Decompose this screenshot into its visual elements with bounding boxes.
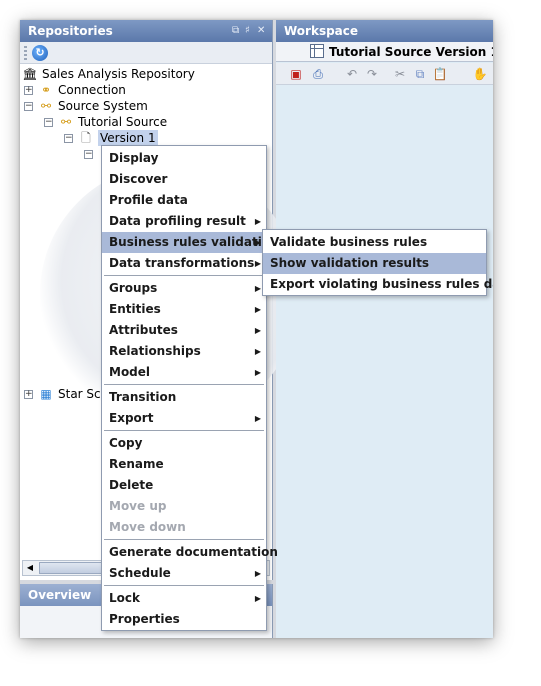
menu-item-move-up: Move up bbox=[109, 499, 167, 513]
menu-item-schedule[interactable]: Schedule ▶ bbox=[102, 563, 266, 584]
menu-item-rename[interactable]: Rename bbox=[102, 454, 266, 475]
expand-icon[interactable]: + bbox=[24, 390, 33, 399]
menu-item-lock[interactable]: Lock ▶ bbox=[102, 588, 266, 609]
pin-icon[interactable]: ♯ bbox=[245, 20, 250, 42]
submenu-arrow-icon: ▶ bbox=[254, 368, 261, 377]
connection-icon: ⚭ bbox=[40, 83, 52, 97]
submenu-arrow-icon: ▶ bbox=[254, 238, 261, 247]
menu-item-profile-data[interactable]: Profile data bbox=[102, 190, 266, 211]
submenu-item-show-validation-results[interactable]: Show validation results bbox=[263, 253, 486, 274]
pan-hand-icon[interactable]: ✋ bbox=[472, 66, 488, 82]
submenu-arrow-icon: ▶ bbox=[254, 594, 261, 603]
repository-icon: 🏛 bbox=[22, 67, 38, 81]
copy-icon[interactable]: ⧉ bbox=[412, 66, 428, 82]
collapse-icon[interactable]: − bbox=[24, 102, 33, 111]
collapse-icon[interactable]: − bbox=[44, 118, 53, 127]
scrollbar-thumb[interactable] bbox=[39, 562, 109, 574]
submenu-item-validate-business-rules[interactable]: Validate business rules bbox=[263, 232, 486, 253]
menu-separator bbox=[104, 539, 264, 540]
submenu-arrow-icon: ▶ bbox=[254, 347, 261, 356]
submenu-arrow-icon: ▶ bbox=[254, 259, 261, 268]
menu-item-delete[interactable]: Delete bbox=[102, 475, 266, 496]
pdf-icon[interactable]: ▣ bbox=[288, 66, 304, 82]
collapse-icon[interactable]: − bbox=[64, 134, 73, 143]
refresh-icon[interactable]: ↻ bbox=[32, 45, 48, 61]
tree-item-source-system[interactable]: − ⚯ Source System bbox=[24, 98, 224, 114]
context-menu: Display Discover Profile data Data profi… bbox=[101, 145, 279, 631]
menu-item-export[interactable]: Export ▶ bbox=[102, 408, 266, 429]
toolbar-grip bbox=[24, 46, 27, 60]
diagram-icon bbox=[310, 44, 324, 58]
diagram-tab-title: Tutorial Source Version 1 Dia bbox=[329, 45, 493, 59]
diagram-tab[interactable]: Tutorial Source Version 1 Dia bbox=[276, 42, 493, 62]
menu-item-move-down: Move down bbox=[109, 520, 186, 534]
workspace-panel: Workspace Tutorial Source Version 1 Dia … bbox=[276, 20, 493, 638]
tree-item-connection[interactable]: + ⚭ Connection bbox=[24, 82, 224, 98]
tree-item-tutorial-source[interactable]: − ⚯ Tutorial Source bbox=[44, 114, 224, 130]
workspace-header: Workspace bbox=[276, 20, 493, 42]
submenu-arrow-icon: ▶ bbox=[254, 217, 261, 226]
repositories-title: Repositories bbox=[28, 24, 113, 38]
collapse-icon[interactable]: − bbox=[84, 150, 93, 159]
submenu-arrow-icon: ▶ bbox=[254, 414, 261, 423]
business-rules-submenu: Validate business rules Show validation … bbox=[262, 229, 493, 296]
repositories-header: Repositories ⧉ ♯ ✕ bbox=[20, 20, 272, 42]
menu-item-entities[interactable]: Entities ▶ bbox=[102, 299, 266, 320]
menu-item-properties[interactable]: Properties bbox=[102, 609, 266, 630]
menu-separator bbox=[104, 430, 264, 431]
print-icon[interactable]: ⎙ bbox=[310, 66, 326, 82]
repositories-toolbar: ↻ bbox=[20, 42, 272, 64]
source-system-icon: ⚯ bbox=[40, 99, 52, 113]
menu-item-generate-documentation[interactable]: Generate documentation bbox=[102, 542, 278, 563]
workspace-toolbar: ▣ ⎙ ↶ ↷ ✂ ⧉ 📋 ✋ bbox=[276, 63, 493, 85]
expand-icon[interactable]: + bbox=[24, 86, 33, 95]
submenu-arrow-icon: ▶ bbox=[254, 305, 261, 314]
menu-item-data-profiling-result[interactable]: Data profiling result ▶ bbox=[102, 211, 266, 232]
close-icon[interactable]: ✕ bbox=[257, 20, 265, 42]
application-window: Repositories ⧉ ♯ ✕ ↻ 🏛 Sales Analysis Re… bbox=[20, 20, 493, 638]
menu-item-display[interactable]: Display bbox=[102, 148, 266, 169]
submenu-arrow-icon: ▶ bbox=[254, 326, 261, 335]
submenu-arrow-icon: ▶ bbox=[254, 569, 261, 578]
menu-separator bbox=[104, 275, 264, 276]
menu-separator bbox=[104, 384, 264, 385]
star-schema-icon: ▦ bbox=[40, 387, 52, 401]
menu-item-groups[interactable]: Groups ▶ bbox=[102, 278, 266, 299]
overview-title: Overview bbox=[28, 588, 92, 602]
submenu-item-export-violating-data[interactable]: Export violating business rules data bbox=[263, 274, 493, 295]
tree-item-repository[interactable]: 🏛 Sales Analysis Repository bbox=[22, 66, 222, 82]
menu-item-data-transformations[interactable]: Data transformations ▶ bbox=[102, 253, 266, 274]
redo-icon[interactable]: ↷ bbox=[364, 66, 380, 82]
cut-icon[interactable]: ✂ bbox=[392, 66, 408, 82]
version-icon: 🗋 bbox=[81, 131, 91, 145]
menu-item-copy[interactable]: Copy bbox=[102, 433, 266, 454]
menu-item-discover[interactable]: Discover bbox=[102, 169, 266, 190]
scroll-left-icon[interactable]: ◀ bbox=[23, 561, 37, 575]
menu-item-transition[interactable]: Transition bbox=[102, 387, 266, 408]
menu-item-attributes[interactable]: Attributes ▶ bbox=[102, 320, 266, 341]
submenu-arrow-icon: ▶ bbox=[254, 284, 261, 293]
workspace-title: Workspace bbox=[284, 24, 359, 38]
menu-item-relationships[interactable]: Relationships ▶ bbox=[102, 341, 266, 362]
paste-icon[interactable]: 📋 bbox=[432, 66, 448, 82]
undo-icon[interactable]: ↶ bbox=[344, 66, 360, 82]
menu-item-business-rules-validation[interactable]: Business rules validation ▶ bbox=[102, 232, 279, 253]
menu-separator bbox=[104, 585, 264, 586]
menu-item-model[interactable]: Model ▶ bbox=[102, 362, 266, 383]
tree-item-version-1[interactable]: − 🗋 Version 1 bbox=[64, 130, 184, 146]
restore-icon[interactable]: ⧉ bbox=[232, 20, 239, 42]
source-icon: ⚯ bbox=[60, 115, 72, 129]
